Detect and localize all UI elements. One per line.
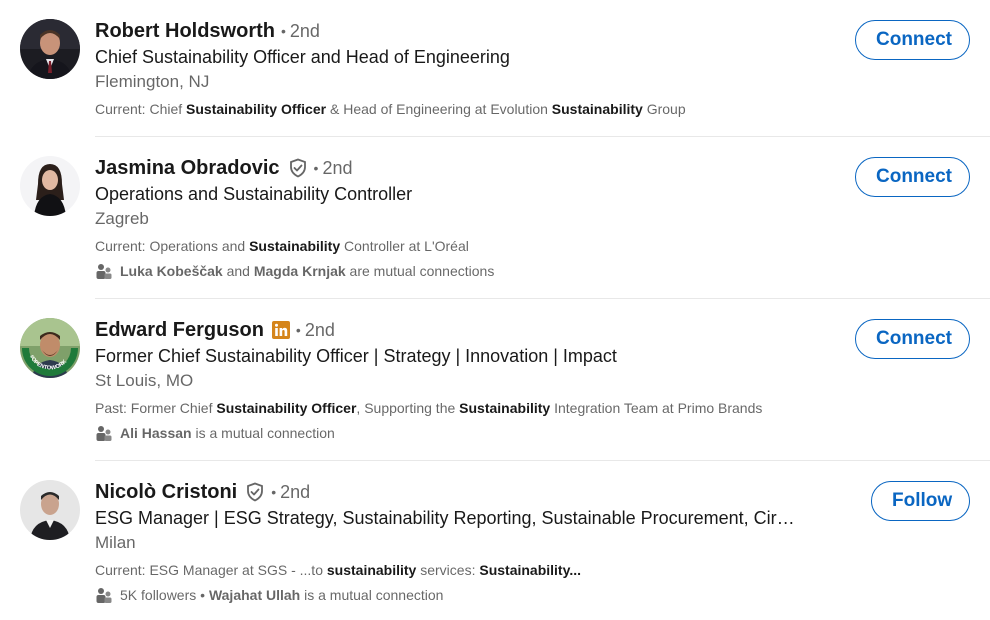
profile-name[interactable]: Jasmina Obradovic xyxy=(95,157,280,180)
result-info: Nicolò Cristoni • 2nd ESG Manager | ESG … xyxy=(95,478,835,605)
profile-headline: Former Chief Sustainability Officer | St… xyxy=(95,346,617,366)
profile-name[interactable]: Nicolò Cristoni xyxy=(95,481,237,504)
separator-dot: • xyxy=(271,484,277,500)
mutual-text: and xyxy=(222,263,254,279)
connection-degree: 2nd xyxy=(289,20,320,41)
profile-summary: Current: Operations and Sustainability C… xyxy=(95,236,835,256)
summary-highlight: Sustainability... xyxy=(479,562,582,578)
profile-summary: Current: ESG Manager at SGS - ...to sust… xyxy=(95,560,835,580)
profile-headline: Operations and Sustainability Controller xyxy=(95,184,413,204)
connection-degree: 2nd xyxy=(322,157,353,178)
people-icon xyxy=(95,424,113,442)
mutual-connections: Luka Kobeščak and Magda Krnjak are mutua… xyxy=(95,261,835,281)
separator-dot: • xyxy=(281,23,286,39)
profile-summary: Current: Chief Sustainability Officer & … xyxy=(95,99,835,119)
result-card-jasmina-obradovic: Jasmina Obradovic • 2nd Operations and S… xyxy=(0,137,990,299)
avatar-robert-holdsworth[interactable] xyxy=(20,19,80,79)
summary-text: Group xyxy=(642,101,686,117)
summary-highlight: Sustainability Officer xyxy=(216,400,357,416)
people-icon xyxy=(95,262,113,280)
mutual-text: is a mutual connection xyxy=(191,425,335,441)
linkedin-icon xyxy=(271,321,290,339)
profile-name[interactable]: Edward Ferguson xyxy=(95,319,264,342)
summary-text: services: xyxy=(416,562,480,578)
profile-name[interactable]: Robert Holdsworth xyxy=(95,20,275,43)
connect-button[interactable]: Connect xyxy=(855,157,970,197)
mutual-connection-link[interactable]: Luka Kobeščak xyxy=(120,261,223,281)
mutual-connection-link[interactable]: Magda Krnjak xyxy=(254,261,346,281)
summary-highlight: Sustainability xyxy=(459,400,551,416)
profile-location: Zagreb xyxy=(95,209,149,228)
mutual-connection-link[interactable]: Wajahat Ullah xyxy=(209,585,300,605)
profile-headline: Chief Sustainability Officer and Head of… xyxy=(95,47,510,67)
verified-shield-icon xyxy=(245,482,265,502)
summary-highlight: Sustainability xyxy=(249,238,341,254)
search-results-list: Robert Holdsworth • 2nd Chief Sustainabi… xyxy=(0,0,990,620)
connection-degree: 2nd xyxy=(304,319,335,340)
mutual-text: is a mutual connection xyxy=(300,587,444,603)
result-info: Jasmina Obradovic • 2nd Operations and S… xyxy=(95,154,835,281)
followers-count: 5K followers xyxy=(120,587,197,603)
mutual-connections: Ali Hassan is a mutual connection xyxy=(95,423,835,443)
profile-location: Milan xyxy=(95,533,136,552)
connect-button[interactable]: Connect xyxy=(855,20,970,60)
mutual-text: • xyxy=(196,587,209,603)
connection-degree: 2nd xyxy=(280,481,311,502)
avatar-jasmina-obradovic[interactable] xyxy=(20,156,80,216)
result-card-robert-holdsworth: Robert Holdsworth • 2nd Chief Sustainabi… xyxy=(0,0,990,137)
profile-summary: Past: Former Chief Sustainability Office… xyxy=(95,398,835,418)
summary-text: Current: Chief xyxy=(95,101,187,117)
summary-text: & Head of Engineering at Evolution xyxy=(326,101,552,117)
mutual-text: are mutual connections xyxy=(345,263,495,279)
summary-text: Current: ESG Manager at SGS - ...to xyxy=(95,562,327,578)
profile-location: St Louis, MO xyxy=(95,371,194,390)
summary-text: Past: Former Chief xyxy=(95,400,217,416)
result-info: Robert Holdsworth • 2nd Chief Sustainabi… xyxy=(95,17,835,119)
profile-location: Flemington, NJ xyxy=(95,72,210,91)
people-icon xyxy=(95,586,113,604)
avatar-edward-ferguson[interactable]: #OPENTOWORK xyxy=(20,318,80,378)
avatar-nicolo-cristoni[interactable] xyxy=(20,480,80,540)
summary-highlight: Sustainability xyxy=(551,101,643,117)
separator-dot: • xyxy=(295,322,301,338)
result-info: Edward Ferguson • 2nd Former Chief Susta… xyxy=(95,316,835,443)
summary-text: Controller at L'Oréal xyxy=(340,238,469,254)
result-card-edward-ferguson: #OPENTOWORK Edward Ferguson • 2nd Former… xyxy=(0,299,990,461)
connect-button[interactable]: Connect xyxy=(855,319,970,359)
summary-text: Current: Operations and xyxy=(95,238,250,254)
result-card-nicolo-cristoni: Nicolò Cristoni • 2nd ESG Manager | ESG … xyxy=(0,461,990,620)
summary-text: , Supporting the xyxy=(356,400,460,416)
verified-shield-icon xyxy=(288,158,308,178)
summary-highlight: Sustainability Officer xyxy=(186,101,327,117)
summary-highlight: sustainability xyxy=(326,562,417,578)
summary-text: Integration Team at Primo Brands xyxy=(550,400,763,416)
mutual-connections: 5K followers • Wajahat Ullah is a mutual… xyxy=(95,585,835,605)
profile-headline: ESG Manager | ESG Strategy, Sustainabili… xyxy=(95,508,795,528)
mutual-connection-link[interactable]: Ali Hassan xyxy=(120,423,192,443)
separator-dot: • xyxy=(313,160,319,176)
follow-button[interactable]: Follow xyxy=(871,481,970,521)
